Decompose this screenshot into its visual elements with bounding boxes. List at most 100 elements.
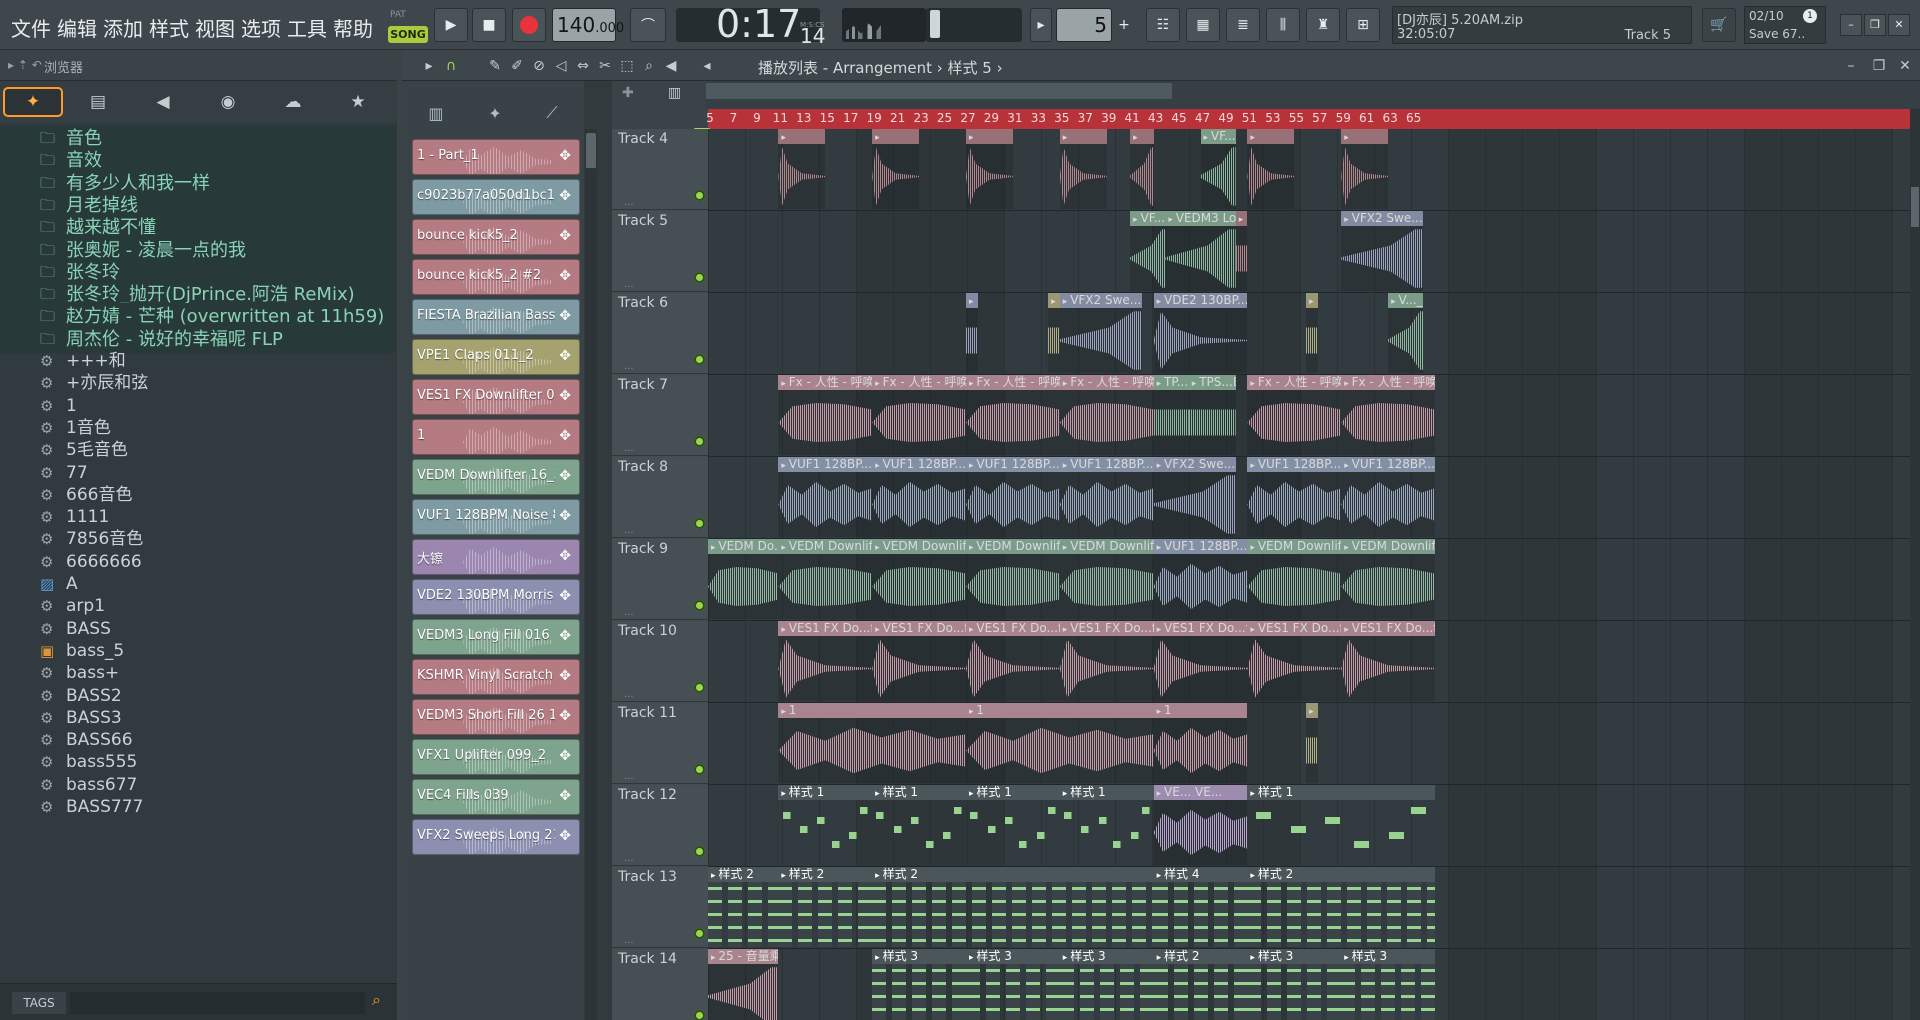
minimize-button[interactable]: – xyxy=(1840,14,1862,36)
playlist-clip[interactable] xyxy=(1341,129,1389,209)
track-mute-led[interactable] xyxy=(694,518,705,529)
playlist-clip[interactable]: VEDM Downlifter 16_3 xyxy=(1059,539,1154,619)
tab-favorites[interactable]: ★ xyxy=(328,87,388,117)
playlist-clip[interactable]: Fx - 人性 - 呼唤 - 1 xyxy=(1247,375,1342,455)
track-grip-icon[interactable]: ... xyxy=(624,771,634,782)
playlist-clip[interactable]: 样式 3 xyxy=(1247,949,1342,1020)
track-grip-icon[interactable]: ... xyxy=(624,525,634,536)
menu-options[interactable]: 选项 xyxy=(238,13,284,42)
record-button[interactable] xyxy=(512,8,546,42)
playlist-clip[interactable] xyxy=(1130,129,1154,209)
menu-add[interactable]: 添加 xyxy=(100,13,146,42)
drag-handle-icon[interactable]: ✥ xyxy=(559,828,571,844)
track-mute-led[interactable] xyxy=(694,354,705,365)
track-mute-led[interactable] xyxy=(694,436,705,447)
playlist-clip[interactable]: VES1 FX Do...fter 099_2 xyxy=(1153,621,1248,701)
drag-handle-icon[interactable]: ✥ xyxy=(559,308,571,324)
tab-cloud[interactable]: ☁ xyxy=(263,87,323,117)
tab-all[interactable]: ✦ xyxy=(3,87,63,117)
clip-source-item[interactable]: FIESTA Brazilian Bass.. ✥ xyxy=(412,299,580,335)
pencil-icon[interactable]: ✎ xyxy=(486,57,504,75)
clip-source-item[interactable]: 1 - Part_1 ✥ xyxy=(412,139,580,175)
playlist-clip[interactable]: VES1 FX Do...fter 099_2 xyxy=(778,621,873,701)
shop-button[interactable]: 🛒 xyxy=(1702,8,1736,42)
playlist-clip[interactable]: 样式 3 xyxy=(1059,949,1154,1020)
audio-tab-icon[interactable]: ✦ xyxy=(488,104,501,123)
tab-project[interactable]: ▤ xyxy=(68,87,128,117)
browser-nav-icons[interactable]: ▸ ⇡ ↶ xyxy=(8,58,42,72)
paint-icon[interactable]: ✐ xyxy=(508,57,526,75)
playlist-clip[interactable] xyxy=(1235,211,1248,291)
track-header[interactable]: Track 5... xyxy=(612,211,708,292)
close-icon[interactable]: ✕ xyxy=(1896,57,1914,75)
step-left-button[interactable]: ▸ xyxy=(1030,8,1052,42)
clip-source-item[interactable]: 大镲 ✥ xyxy=(412,539,580,575)
playback-icon[interactable]: ◀ xyxy=(662,57,680,75)
clip-source-item[interactable]: VEDM Downlifter 16_3 ✥ xyxy=(412,459,580,495)
playlist-clip[interactable]: 1 xyxy=(778,703,966,783)
playlist-clip[interactable]: VEDM3 Lo...8 BPM_2 xyxy=(1165,211,1236,291)
track-mute-led[interactable] xyxy=(694,272,705,283)
drag-handle-icon[interactable]: ✥ xyxy=(559,348,571,364)
tab-plugin-database[interactable]: ◉ xyxy=(198,87,258,117)
playlist-clip[interactable]: VUF1 128BP...Sidechain xyxy=(872,457,966,537)
playlist-clip[interactable]: 样式 2 xyxy=(872,867,1154,947)
tempo-display[interactable]: 140.000 xyxy=(552,8,624,42)
track-header[interactable]: Track 11... xyxy=(612,703,708,784)
menu-patterns[interactable]: 样式 xyxy=(146,13,192,42)
playlist-clip[interactable] xyxy=(1048,293,1060,373)
layout-button[interactable]: ⊞ xyxy=(1346,8,1380,42)
track-header[interactable]: Track 10... xyxy=(612,621,708,702)
playlist-clip[interactable]: 样式 1 xyxy=(1247,785,1436,865)
playlist-clip[interactable]: 样式 4 xyxy=(1153,867,1248,947)
slip-icon[interactable]: ⇔ xyxy=(574,57,592,75)
playlist-clip[interactable]: Fx - 人性 - 呼唤 - 1 xyxy=(778,375,873,455)
pattern-tab-icon[interactable]: ▥ xyxy=(428,104,443,123)
overview-window[interactable] xyxy=(652,83,1172,99)
slice-icon[interactable]: ✂ xyxy=(596,57,614,75)
playlist-clip[interactable]: 样式 1 xyxy=(965,785,1060,865)
track-mute-led[interactable] xyxy=(694,1010,705,1020)
track-grip-icon[interactable]: ... xyxy=(624,197,634,208)
playlist-clip[interactable]: VDE2 130BP...orris FX_2 xyxy=(1153,293,1248,373)
playlist-clip[interactable]: VUF1 128BP...Sidechain xyxy=(1247,457,1342,537)
playlist-clip[interactable]: Fx - 人性 - 呼唤 - 1 xyxy=(965,375,1060,455)
clip-source-item[interactable]: VEC4 Fills 039 ✥ xyxy=(412,779,580,815)
clip-source-item[interactable]: bounce kick5_2 #2 ✥ xyxy=(412,259,580,295)
menu-edit[interactable]: 编辑 xyxy=(54,13,100,42)
track-grip-icon[interactable]: ... xyxy=(624,935,634,946)
playlist-clip[interactable]: TP...M) xyxy=(1153,375,1189,455)
playlist-clip[interactable] xyxy=(1306,293,1318,373)
clip-list-scroll-thumb[interactable] xyxy=(586,133,596,169)
track-header[interactable]: Track 14... xyxy=(612,949,708,1020)
drag-handle-icon[interactable]: ✥ xyxy=(559,148,571,164)
playlist-clip[interactable]: VES1 FX Do...fter 099_2 xyxy=(965,621,1060,701)
playlist-clip[interactable]: VF..._2 xyxy=(1200,129,1236,209)
track-header[interactable]: Track 9... xyxy=(612,539,708,620)
maximize-button[interactable]: ❐ xyxy=(1864,14,1886,36)
playlist-clip[interactable]: VUF1 128BP...Sidechain xyxy=(1341,457,1436,537)
playlist-clip[interactable]: VES1 FX Do...fter 099_2 xyxy=(1059,621,1154,701)
track-mute-led[interactable] xyxy=(694,928,705,939)
drag-handle-icon[interactable]: ✥ xyxy=(559,708,571,724)
drag-handle-icon[interactable]: ✥ xyxy=(559,428,571,444)
playlist-menu-icon[interactable]: ▸ xyxy=(420,57,438,75)
track-mute-led[interactable] xyxy=(694,682,705,693)
add-track-icon[interactable]: ✚ xyxy=(622,85,634,101)
menu-tools[interactable]: 工具 xyxy=(284,13,330,42)
menu-help[interactable]: 帮助 xyxy=(330,13,376,42)
playlist-clip[interactable]: 样式 2 xyxy=(1153,949,1248,1020)
playlist-clip[interactable]: VFX2 Swe...s Long 21 xyxy=(1341,211,1424,291)
automation-tab-icon[interactable]: ⟋ xyxy=(546,103,557,123)
playlist-clip[interactable]: Fx - 人性 - 呼唤 - 1 xyxy=(1059,375,1154,455)
playlist-clip[interactable] xyxy=(872,129,920,209)
restore-icon[interactable]: ❐ xyxy=(1870,57,1888,75)
playlist-clip[interactable]: 1 xyxy=(965,703,1154,783)
drag-handle-icon[interactable]: ✥ xyxy=(559,468,571,484)
playlist-clip[interactable]: VUF1 128BP...Sidechain xyxy=(965,457,1060,537)
stop-button[interactable]: ■ xyxy=(472,8,506,42)
tags-button[interactable]: TAGS xyxy=(12,992,66,1014)
metronome-button[interactable]: ⌒ xyxy=(630,8,666,42)
playlist-clip[interactable]: VFX2 Swe...s Long 21 xyxy=(1059,293,1142,373)
clip-source-item[interactable]: VDE2 130BPM Morris.. ✥ xyxy=(412,579,580,615)
